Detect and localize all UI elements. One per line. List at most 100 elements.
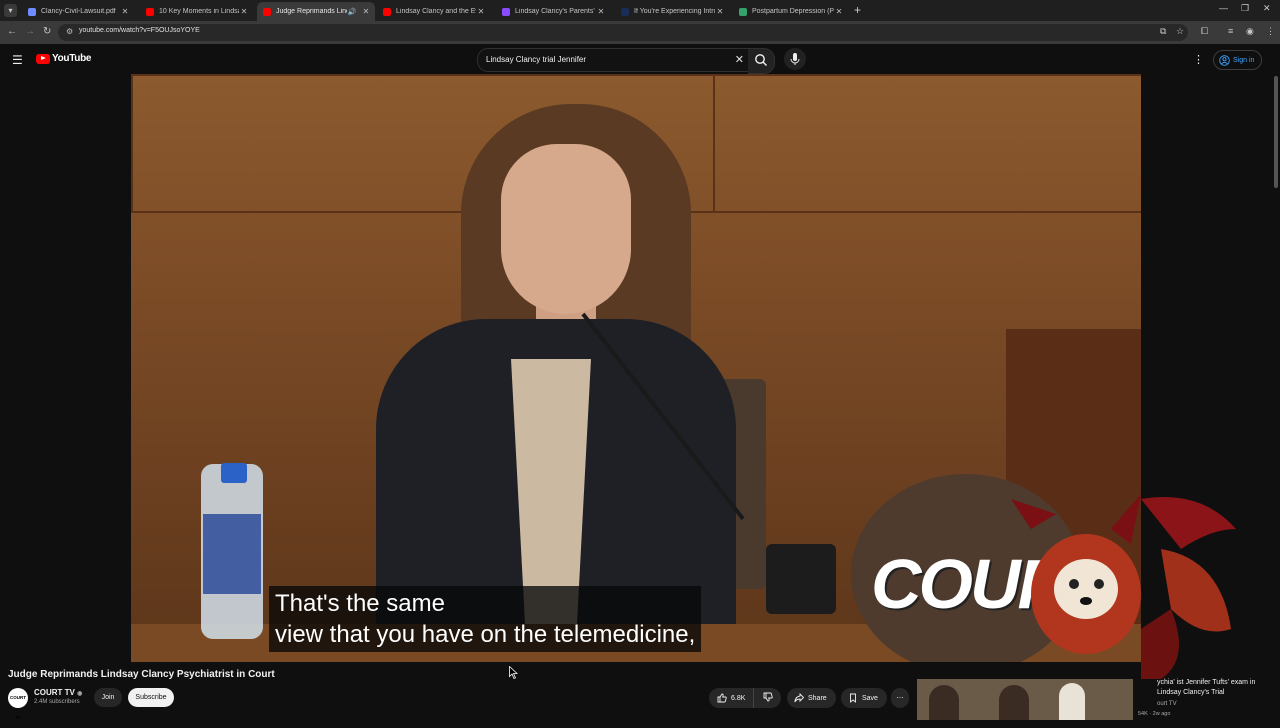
like-button[interactable]: 6.8K [709,688,754,708]
voice-search-button[interactable] [784,48,806,70]
youtube-logo[interactable]: YouTube [36,53,92,64]
youtube-favicon-icon [263,7,271,16]
search-button[interactable] [748,48,775,74]
close-window-icon[interactable]: ✕ [1263,3,1271,14]
close-tab-icon[interactable]: ✕ [120,7,130,16]
caption-line: view that you have on the telemedicine, [275,621,696,648]
recommended-video-thumbnail[interactable] [917,679,1133,720]
like-count: 6.8K [731,694,746,702]
wood-panel [713,74,1141,213]
like-dislike-group: 6.8K [709,688,781,708]
browser-tab-6[interactable]: Postpartum Depression (PPD) ✕ [733,2,848,21]
browser-menu-icon[interactable]: ⋮ [1266,26,1275,37]
more-actions-button[interactable]: ⋯ [891,688,909,708]
back-icon[interactable]: ← [7,26,17,37]
tab-title: If You're Experiencing Intrusive [634,8,715,15]
red-panda-tail-icon [1141,497,1236,679]
address-url[interactable]: youtube.com/watch?v=F5OUJsoYOYE [79,27,200,34]
clear-search-icon[interactable]: ✕ [735,53,744,66]
youtube-play-icon [36,53,50,64]
tab-title: Lindsay Clancy's Parents' $1 Mi [515,8,596,15]
channel-avatar[interactable]: COURT TV [8,688,28,720]
join-button[interactable]: Join [94,688,122,707]
microphone-base [766,544,836,614]
save-label: Save [862,694,878,702]
install-app-icon[interactable]: ⧉ [1160,26,1166,37]
forward-icon[interactable]: → [25,26,35,37]
tab-title: Clancy-Civil-Lawsuit.pdf [41,8,116,15]
mouse-cursor-icon [509,666,518,679]
thumbnail-figure [929,685,959,720]
tab-title: Postpartum Depression (PPD) [752,8,834,15]
browser-tab-5[interactable]: If You're Experiencing Intrusive ✕ [615,2,729,21]
close-tab-icon[interactable]: ✕ [361,7,371,16]
youtube-wordmark: YouTube [52,53,92,64]
youtube-favicon-icon [146,7,154,16]
subscribe-button[interactable]: Subscribe [128,688,174,707]
browser-tab-0[interactable]: Clancy-Civil-Lawsuit.pdf ✕ [22,2,134,21]
share-arrow-icon [794,693,804,703]
tab-title: 10 Key Moments in Lindsay Cla [159,8,239,15]
sign-in-button[interactable]: Sign in [1213,50,1263,70]
channel-name[interactable]: COURT TV ◉ [34,688,82,697]
browser-tab-2-active[interactable]: Judge Reprimands Lindsay 🔊 ✕ [257,2,375,21]
extensions-icon[interactable]: ⧠ [1201,26,1208,37]
sign-in-label: Sign in [1233,56,1255,64]
browser-tab-strip: ▾ Clancy-Civil-Lawsuit.pdf ✕ 10 Key Mome… [0,0,1280,21]
menu-icon[interactable]: ☰ [12,53,23,67]
recommended-channel[interactable]: ourt TV [1157,701,1177,707]
red-panda-mascot-icon [1011,494,1141,654]
water-bottle-cap [221,463,247,483]
page-scrollbar[interactable] [1274,76,1278,188]
thumbs-up-icon [717,693,727,703]
browser-tab-4[interactable]: Lindsay Clancy's Parents' $1 Mi ✕ [496,2,610,21]
search-box: ✕ [477,48,751,72]
reload-icon[interactable]: ↻ [43,26,51,37]
close-tab-icon[interactable]: ✕ [715,7,725,16]
pdf-favicon-icon [28,7,36,16]
close-tab-icon[interactable]: ✕ [239,7,249,16]
close-tab-icon[interactable]: ✕ [596,7,606,16]
site-favicon-icon [621,7,629,16]
witness-face [501,144,631,314]
site-favicon-icon [739,7,747,16]
close-tab-icon[interactable]: ✕ [834,7,844,16]
more-horizontal-icon: ⋯ [896,695,904,702]
video-title: Judge Reprimands Lindsay Clancy Psychiat… [8,669,275,680]
recommended-video-title[interactable]: ychia' ist Jennifer Tufts' exam in Linds… [1157,678,1277,698]
thumbnail-figure [1059,683,1085,720]
microphone-icon [790,53,800,65]
recommended-meta: 54K · 2w ago [1138,711,1171,717]
video-player[interactable]: COURT That's the same view that you have… [131,74,1141,662]
thumbnail-figure [999,685,1029,720]
new-tab-button[interactable]: + [854,3,861,17]
restore-window-icon[interactable]: ❐ [1241,3,1249,14]
save-button[interactable]: Save [841,688,887,708]
settings-menu-icon[interactable]: ⋮ [1193,53,1204,66]
minimize-window-icon[interactable]: — [1219,3,1228,13]
speaker-icon[interactable]: 🔊 [347,8,357,16]
profile-icon[interactable]: ◉ [1246,26,1254,37]
tab-title: Lindsay Clancy and the Eviden [396,8,476,15]
address-bar[interactable]: ⚙ youtube.com/watch?v=F5OUJsoYOYE [58,24,1188,41]
media-control-icon[interactable]: ≡ [1228,26,1233,36]
site-info-icon[interactable]: ⚙ [66,27,73,36]
browser-tab-3[interactable]: Lindsay Clancy and the Eviden ✕ [377,2,490,21]
channel-name-text: COURT TV [34,688,75,697]
browser-tab-1[interactable]: 10 Key Moments in Lindsay Cla ✕ [140,2,253,21]
account-icon [1219,54,1230,66]
site-favicon-icon [502,7,510,16]
search-icon [755,54,767,66]
bookmark-star-icon[interactable]: ☆ [1176,26,1184,37]
video-caption: That's the same view that you have on th… [269,586,702,652]
verified-icon: ◉ [77,691,83,697]
tab-search-button[interactable]: ▾ [4,4,17,17]
bookmark-icon [850,693,856,703]
dislike-button[interactable] [754,692,781,704]
close-tab-icon[interactable]: ✕ [476,7,486,16]
share-button[interactable]: Share [787,688,836,708]
youtube-header: ☰ YouTube ✕ ⋮ Sign in [0,44,1280,74]
youtube-favicon-icon [383,7,391,16]
search-input[interactable] [486,52,726,66]
caption-line: That's the same [275,590,445,617]
